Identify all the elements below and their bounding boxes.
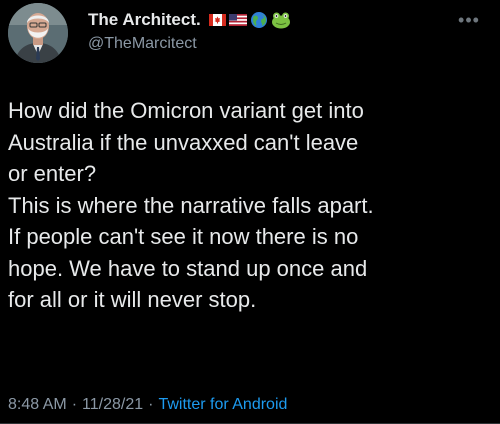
name-badges: [208, 11, 291, 29]
tweet-text-line: for all or it will never stop.: [8, 287, 257, 312]
tweet-text-line: or enter?: [8, 161, 97, 186]
tweet-time[interactable]: 8:48 AM: [8, 396, 67, 414]
meta-separator: ·: [71, 396, 78, 413]
author-name-row: The Architect.: [88, 10, 291, 30]
tweet-card: The Architect. @TheMarcitect ••• How did…: [0, 0, 500, 424]
tweet-text-line: If people can't see it now there is no: [8, 224, 359, 249]
canada-flag-icon: [208, 14, 226, 26]
tweet-date[interactable]: 11/28/21: [82, 396, 143, 414]
display-name[interactable]: The Architect.: [88, 10, 201, 30]
frog-icon: [271, 12, 290, 29]
globe-icon: [250, 12, 267, 28]
tweet-text-line: This is where the narrative falls apart.: [8, 192, 374, 218]
tweet-text-line: hope. We have to stand up once and: [8, 255, 368, 281]
tweet-text-line: How did the Omicron variant get into: [8, 98, 364, 123]
meta-separator: ·: [148, 396, 154, 413]
tweet-text-line: Australia if the unvaxxed can't leave: [8, 129, 359, 155]
more-options-button[interactable]: •••: [454, 10, 484, 30]
tweet-source-link[interactable]: Twitter for Android: [158, 396, 287, 414]
avatar[interactable]: [8, 3, 68, 63]
tweet-meta: 8:48 AM · 11/28/21 · Twitter for Android: [8, 396, 287, 414]
avatar-image: [8, 3, 68, 63]
author-handle[interactable]: @TheMarcitect: [88, 35, 197, 53]
us-flag-icon: [228, 14, 247, 26]
more-dots-icon: •••: [458, 10, 480, 30]
tweet-text: How did the Omicron variant get into Aus…: [8, 95, 496, 316]
